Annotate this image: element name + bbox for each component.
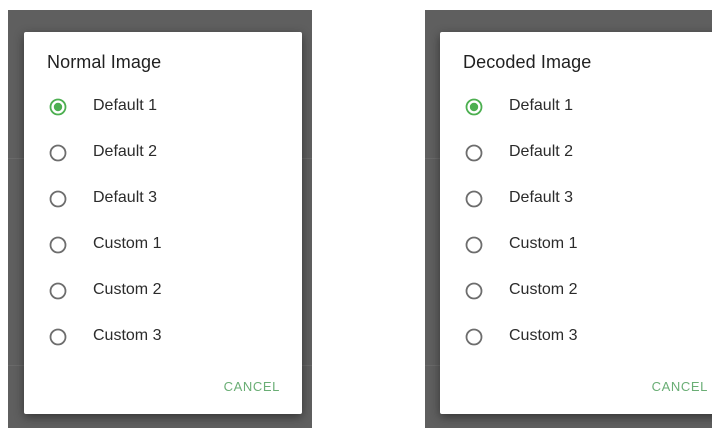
- left-screenshot: Normal Image Default 1 Default 2 Default…: [8, 10, 312, 428]
- option-list: Default 1 Default 2 Default 3 Custom 1 C…: [24, 84, 302, 360]
- radio-unchecked-icon[interactable]: [465, 190, 483, 208]
- radio-unchecked-icon[interactable]: [49, 190, 67, 208]
- radio-unchecked-icon[interactable]: [465, 236, 483, 254]
- option-label: Default 1: [509, 97, 574, 114]
- option-label: Default 3: [93, 189, 158, 206]
- option-custom-1[interactable]: Custom 1: [440, 222, 712, 268]
- radio-unchecked-icon[interactable]: [465, 328, 483, 346]
- option-label: Default 3: [509, 189, 574, 206]
- option-label: Custom 2: [93, 281, 162, 298]
- dialog-title: Normal Image: [47, 52, 162, 72]
- radio-unchecked-icon[interactable]: [49, 282, 67, 300]
- option-default-1[interactable]: Default 1: [440, 84, 712, 130]
- radio-checked-icon[interactable]: [465, 98, 483, 116]
- cancel-button[interactable]: CANCEL: [224, 379, 280, 394]
- option-default-2[interactable]: Default 2: [440, 130, 712, 176]
- option-label: Default 2: [509, 143, 574, 160]
- radio-unchecked-icon[interactable]: [465, 282, 483, 300]
- option-default-3[interactable]: Default 3: [24, 176, 302, 222]
- option-custom-3[interactable]: Custom 3: [24, 314, 302, 360]
- option-custom-2[interactable]: Custom 2: [440, 268, 712, 314]
- radio-unchecked-icon[interactable]: [465, 144, 483, 162]
- decoded-image-dialog: Decoded Image Default 1 Default 2 Defaul…: [440, 32, 712, 414]
- right-screenshot: Decoded Image Default 1 Default 2 Defaul…: [425, 10, 712, 428]
- option-custom-1[interactable]: Custom 1: [24, 222, 302, 268]
- normal-image-dialog: Normal Image Default 1 Default 2 Default…: [24, 32, 302, 414]
- option-label: Custom 3: [509, 327, 578, 344]
- option-label: Custom 1: [509, 235, 578, 252]
- option-label: Custom 1: [93, 235, 162, 252]
- radio-unchecked-icon[interactable]: [49, 328, 67, 346]
- radio-unchecked-icon[interactable]: [49, 144, 67, 162]
- option-default-2[interactable]: Default 2: [24, 130, 302, 176]
- option-label: Custom 3: [93, 327, 162, 344]
- option-custom-2[interactable]: Custom 2: [24, 268, 302, 314]
- option-default-3[interactable]: Default 3: [440, 176, 712, 222]
- dialog-title: Decoded Image: [463, 52, 592, 72]
- radio-checked-icon[interactable]: [49, 98, 67, 116]
- radio-unchecked-icon[interactable]: [49, 236, 67, 254]
- cancel-button[interactable]: CANCEL: [652, 379, 708, 394]
- comparison-page: Normal Image Default 1 Default 2 Default…: [0, 0, 712, 428]
- option-label: Default 2: [93, 143, 158, 160]
- option-label: Custom 2: [509, 281, 578, 298]
- option-list: Default 1 Default 2 Default 3 Custom 1 C…: [440, 84, 712, 360]
- option-label: Default 1: [93, 97, 158, 114]
- option-custom-3[interactable]: Custom 3: [440, 314, 712, 360]
- option-default-1[interactable]: Default 1: [24, 84, 302, 130]
